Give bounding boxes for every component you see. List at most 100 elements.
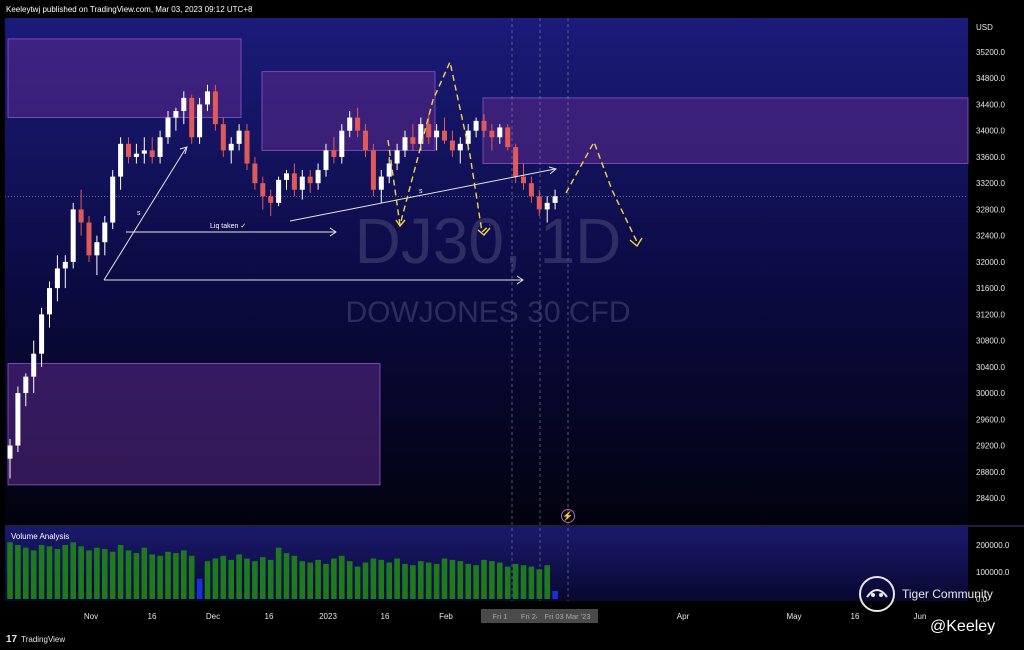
candle-body (236, 130, 242, 144)
volume-bar (46, 546, 53, 599)
volume-bar (54, 549, 61, 599)
y-tick-label: 32400.0 (976, 232, 1005, 241)
y-tick-label: 29200.0 (976, 442, 1005, 451)
candle-body (276, 179, 282, 203)
candle-body (347, 117, 353, 131)
volume-bar (173, 553, 179, 599)
volume-bar (236, 554, 242, 599)
candle-body (212, 91, 218, 125)
volume-bar (307, 562, 313, 599)
candle-body (141, 150, 147, 154)
candle-body (323, 150, 329, 171)
publisher-line: Keeleytwj published on TradingView.com, … (6, 5, 253, 14)
x-tick-label: Apr (677, 612, 690, 621)
volume-bar (481, 559, 487, 599)
liq-taken-annotation: Liq taken ✓ (210, 223, 246, 230)
candle-body (220, 124, 226, 151)
candle-body (489, 130, 495, 138)
candle-body (260, 183, 266, 197)
volume-bar (378, 559, 385, 599)
candle-body (252, 163, 258, 184)
supply-zone-1 (7, 38, 242, 118)
s-annotation-2: s (419, 188, 423, 195)
volume-bar (252, 561, 258, 599)
candle-body (473, 120, 479, 131)
volume-bar (299, 561, 306, 599)
tradingview-brand[interactable]: 17 TradingView (6, 634, 65, 645)
community-label: Tiger Community (902, 587, 993, 601)
y-tick-label: 33600.0 (976, 153, 1005, 162)
volume-bar (220, 555, 227, 599)
description-watermark: DOWJONES 30 CFD (345, 296, 630, 329)
candle-body (394, 150, 400, 164)
chart-screenshot: DJ30, 1D DOWJONES 30 CFD Liq taken ✓ s s Vo… (0, 0, 1024, 650)
y-tick-label: 31200.0 (976, 310, 1005, 319)
volume-bar (204, 561, 211, 599)
volume-bar (133, 553, 140, 599)
volume-bar (117, 545, 124, 599)
volume-bar (331, 558, 337, 599)
volume-bar (433, 563, 440, 599)
supply-zone-2 (261, 71, 436, 151)
volume-bar (188, 555, 195, 599)
volume-bar (339, 555, 345, 599)
chart-canvas: DJ30, 1D DOWJONES 30 CFD Liq taken ✓ s s Vo… (0, 0, 1024, 650)
tiger-logo-icon (859, 576, 895, 612)
candle-body (521, 176, 526, 184)
volume-bar (86, 550, 92, 599)
x-tick-label: Jun (914, 612, 927, 621)
volume-bar (102, 549, 108, 599)
volume-bar (70, 542, 76, 599)
volume-bar (244, 558, 250, 599)
candle-body (449, 140, 455, 151)
volume-bar (212, 558, 219, 599)
candle-body (110, 176, 116, 223)
candle-body (70, 209, 76, 262)
x-tick-label: 16 (148, 612, 157, 621)
volume-bar (315, 559, 321, 599)
candle-body (363, 130, 368, 151)
volume-bar (528, 566, 535, 599)
volume-bar (362, 562, 369, 599)
candle-body (513, 147, 519, 177)
candle-body (497, 127, 503, 138)
volume-bar (354, 566, 361, 599)
volume-bar (410, 565, 416, 599)
volume-bar (165, 551, 171, 599)
candle-body (228, 143, 234, 151)
x-tick-label: 16 (381, 612, 390, 621)
volume-bar (504, 566, 511, 599)
candle-body (505, 127, 511, 148)
candle-body (355, 117, 361, 131)
tradingview-label: TradingView (21, 635, 66, 644)
volume-bar (544, 565, 550, 599)
y-tick-label: 30400.0 (976, 363, 1005, 372)
candle-body (39, 314, 45, 354)
candle-body (426, 124, 432, 138)
lightning-icon[interactable]: ⚡ (561, 509, 575, 523)
candle-body (86, 222, 92, 256)
volume-bar (181, 550, 187, 599)
currency-label: USD (976, 23, 993, 32)
volume-bar (30, 550, 37, 599)
volume-bar (394, 558, 400, 599)
y-tick-label: 33200.0 (976, 179, 1005, 188)
symbol-watermark: DJ30, 1D (355, 205, 622, 277)
volume-bar (7, 542, 13, 599)
candle-body (102, 222, 108, 243)
candle-body (481, 120, 487, 131)
volume-bar (465, 563, 471, 599)
volume-bar (418, 561, 424, 599)
volume-bar (228, 559, 234, 599)
tiger-community-badge: Tiger Community (858, 575, 993, 613)
y-tick-label: 32000.0 (976, 258, 1005, 267)
candle-body (544, 202, 550, 210)
candle-body (552, 196, 558, 203)
supply-zone-3 (482, 97, 969, 164)
candle-body (284, 173, 289, 180)
volume-bar (512, 563, 519, 599)
candle-body (307, 176, 313, 184)
y-tick-label: 34800.0 (976, 74, 1005, 83)
candle-body (410, 137, 416, 144)
candle-body (157, 137, 163, 157)
